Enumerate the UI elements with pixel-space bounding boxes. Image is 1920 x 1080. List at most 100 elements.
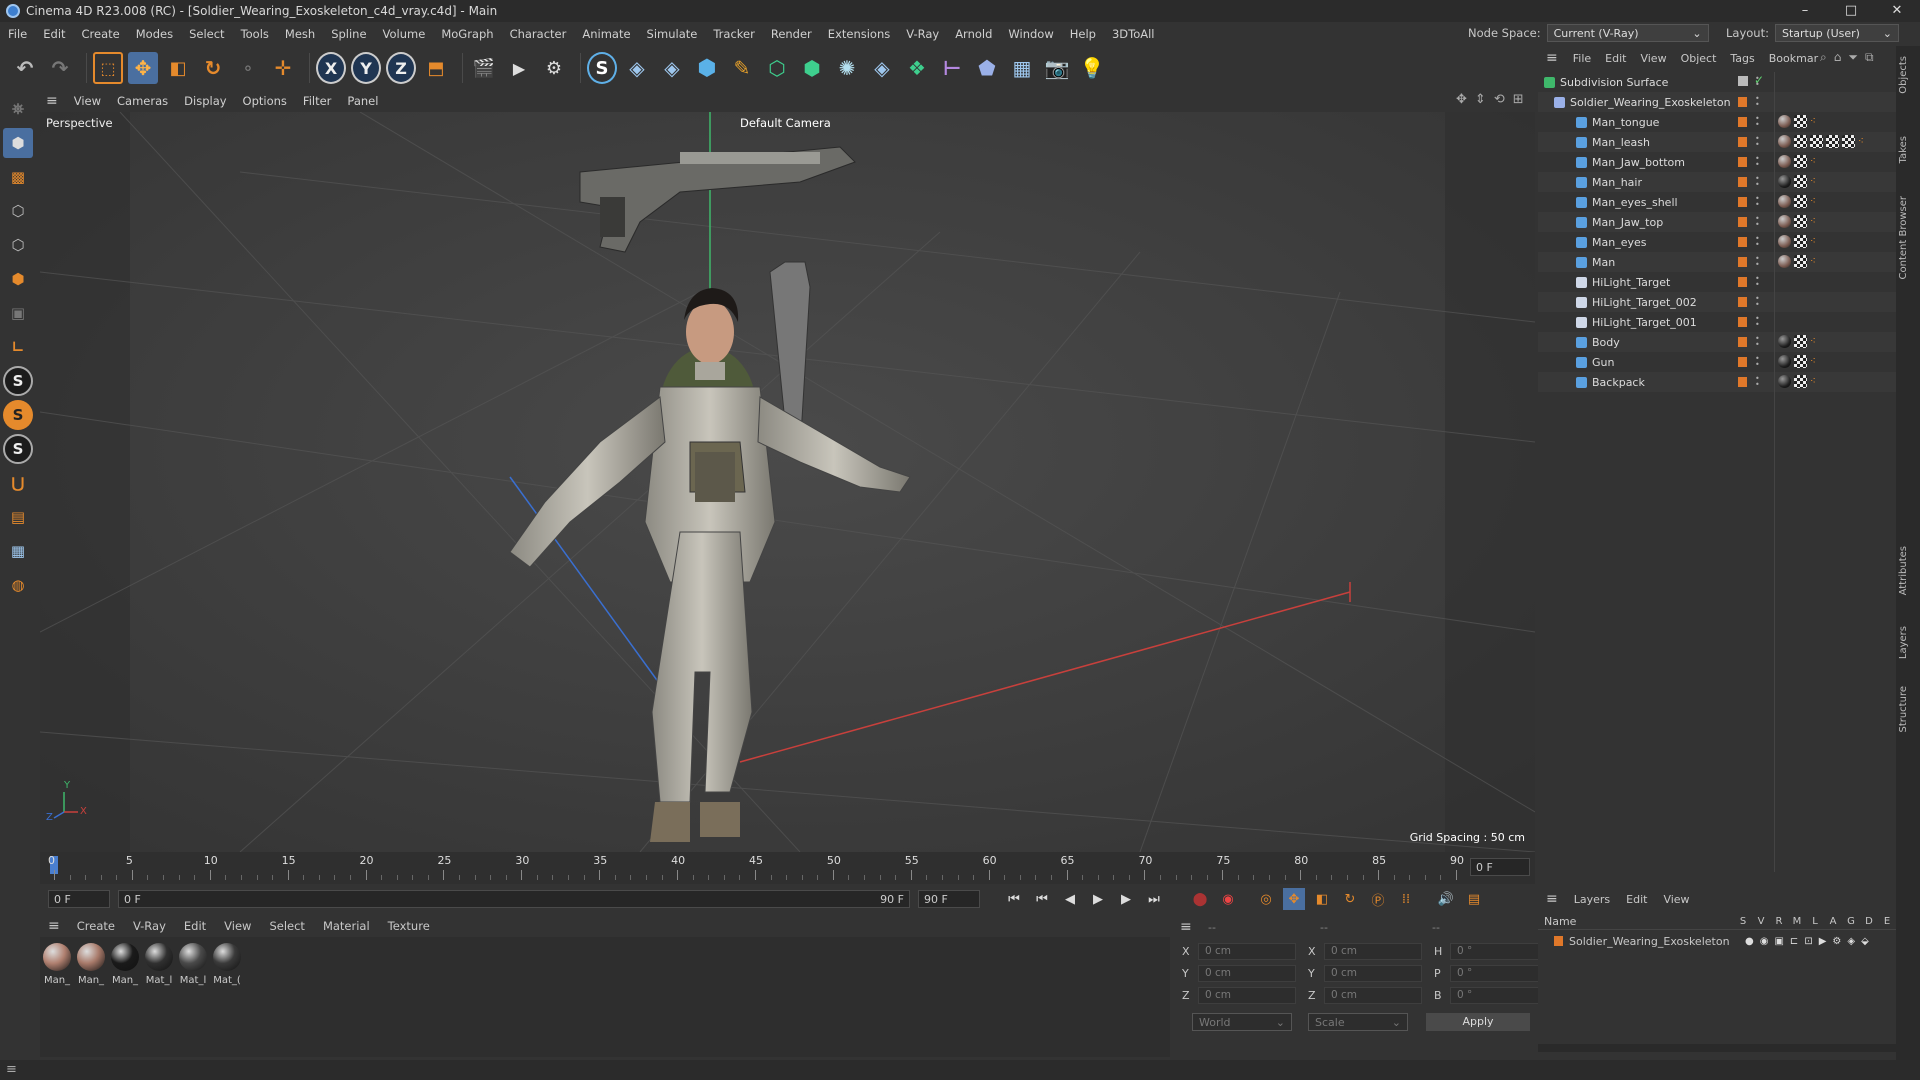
side-tab-structure[interactable]: Structure <box>1898 686 1909 733</box>
visibility-dots-icon[interactable]: • • <box>1755 275 1760 289</box>
render-settings-icon[interactable]: ⚙ <box>539 52 569 84</box>
object-row[interactable]: Man_Jaw_top • • ⁖ <box>1538 212 1896 232</box>
material-ball-tag-icon[interactable] <box>1778 115 1791 128</box>
material-tag-icon[interactable] <box>1810 135 1823 148</box>
coord-value-field[interactable]: 0 cm <box>1198 965 1296 982</box>
object-menu-edit[interactable]: Edit <box>1598 52 1633 65</box>
y-axis-button[interactable]: Y <box>351 52 381 84</box>
object-row[interactable]: Man_eyes • • ⁖ <box>1538 232 1896 252</box>
orbit-icon[interactable]: ⟲ <box>1494 92 1505 107</box>
layer-color-cell[interactable] <box>1738 372 1754 392</box>
animation-icon[interactable]: ▶ <box>1819 936 1827 947</box>
menu-volume[interactable]: Volume <box>375 27 434 41</box>
edges-mode-icon[interactable]: ⬡ <box>3 230 33 260</box>
layer-column-header[interactable]: D <box>1860 916 1878 927</box>
menu-create[interactable]: Create <box>74 27 128 41</box>
start-frame-field[interactable]: 0 F <box>48 890 110 908</box>
layer-column-header[interactable]: E <box>1878 916 1896 927</box>
snap-icon[interactable]: S <box>3 366 33 396</box>
visibility-dots-icon[interactable]: • • <box>1755 75 1760 89</box>
hamburger-icon[interactable]: ≡ <box>1180 919 1192 935</box>
current-frame-field[interactable]: 0 F <box>1470 858 1530 876</box>
floor-icon[interactable]: ▦ <box>1007 52 1037 84</box>
undo-icon[interactable]: ↶ <box>10 52 40 84</box>
coordinate-system-icon[interactable]: ⬒ <box>421 52 451 84</box>
object-menu-bookmar[interactable]: Bookmar <box>1762 52 1825 65</box>
axis-mode-icon[interactable]: ∟ <box>3 332 33 362</box>
visibility-dots-icon[interactable]: • • <box>1755 255 1760 269</box>
solo-icon[interactable]: ● <box>1745 936 1754 947</box>
maximize-view-icon[interactable]: ⊞ <box>1513 92 1524 107</box>
material-ball-tag-icon[interactable] <box>1778 335 1791 348</box>
pen-spline-icon[interactable]: ✎ <box>727 52 757 84</box>
extrude-icon[interactable]: ⬢ <box>797 52 827 84</box>
render-icon[interactable]: ▣ <box>1774 936 1783 947</box>
material-menu-select[interactable]: Select <box>260 919 313 933</box>
material-swatch[interactable]: Man_ <box>42 943 72 986</box>
object-row[interactable]: Man_eyes_shell • • ⁖ <box>1538 192 1896 212</box>
new-window-icon[interactable]: ⧉ <box>1865 50 1874 65</box>
previous-frame-icon[interactable]: ◀ <box>1059 888 1081 910</box>
menu-help[interactable]: Help <box>1062 27 1104 41</box>
layer-color-cell[interactable] <box>1738 212 1754 232</box>
object-row[interactable]: HiLight_Target • • <box>1538 272 1896 292</box>
redo-icon[interactable]: ↷ <box>45 52 75 84</box>
menu-v-ray[interactable]: V-Ray <box>898 27 947 41</box>
selection-tag-icon[interactable]: ⁖ <box>1810 335 1823 348</box>
selection-tag-icon[interactable]: ⁖ <box>1810 115 1823 128</box>
home-icon[interactable]: ⌂ <box>1834 50 1842 65</box>
layer-color-cell[interactable] <box>1738 152 1754 172</box>
coord-mode-dropdown[interactable]: Scale ⌄ <box>1308 1013 1408 1031</box>
visibility-dots-icon[interactable]: • • <box>1755 175 1760 189</box>
layer-column-header[interactable]: V <box>1752 916 1770 927</box>
visibility-dots-icon[interactable]: • • <box>1755 315 1760 329</box>
menu-simulate[interactable]: Simulate <box>639 27 706 41</box>
layer-row[interactable]: Soldier_Wearing_Exoskeleton ● ◉ ▣ ⊏ ⊡ ▶ … <box>1538 932 1896 950</box>
key-pla-icon[interactable]: ⁞⁞ <box>1395 888 1417 910</box>
material-ball-tag-icon[interactable] <box>1778 135 1791 148</box>
record-icon[interactable]: ⬤ <box>1189 888 1211 910</box>
restore-button[interactable]: □ <box>1828 0 1874 22</box>
timeline-ruler[interactable]: 0 5 10 15 20 25 30 35 40 45 50 55 60 65 70 75 80 85 90 0 F <box>40 852 1535 884</box>
deformer-icon[interactable]: ⊢ <box>937 52 967 84</box>
selection-tag-icon[interactable]: ⁖ <box>1810 355 1823 368</box>
layers-menu-edit[interactable]: Edit <box>1618 893 1655 906</box>
coord-value-field[interactable]: 0 cm <box>1198 943 1296 960</box>
material-ball-tag-icon[interactable] <box>1778 175 1791 188</box>
python-icon[interactable]: ◈ <box>622 52 652 84</box>
material-ball-tag-icon[interactable] <box>1778 255 1791 268</box>
selection-tag-icon[interactable]: ⁖ <box>1810 235 1823 248</box>
visibility-dots-icon[interactable]: • • <box>1755 335 1760 349</box>
material-swatch[interactable]: Mat_l <box>178 943 208 986</box>
material-tag-icon[interactable] <box>1794 335 1807 348</box>
layer-color-swatch[interactable] <box>1554 936 1563 946</box>
visibility-dots-icon[interactable]: • • <box>1755 215 1760 229</box>
object-row[interactable]: Gun • • ⁖ <box>1538 352 1896 372</box>
coord-value-field[interactable]: 0 cm <box>1324 943 1422 960</box>
layers-menu-view[interactable]: View <box>1655 893 1697 906</box>
keyframe-selection-icon[interactable]: ◎ <box>1255 888 1277 910</box>
object-menu-view[interactable]: View <box>1633 52 1673 65</box>
lasso-icon[interactable]: ⚬ <box>233 52 263 84</box>
viewport-menu-filter[interactable]: Filter <box>295 94 339 108</box>
coord-value-field[interactable]: 0 cm <box>1324 965 1422 982</box>
material-ball-tag-icon[interactable] <box>1778 375 1791 388</box>
layer-column-header[interactable]: L <box>1806 916 1824 927</box>
menu-arnold[interactable]: Arnold <box>947 27 1000 41</box>
layer-column-header[interactable]: A <box>1824 916 1842 927</box>
object-row[interactable]: Backpack • • ⁖ <box>1538 372 1896 392</box>
render-view-icon[interactable]: 🎬 <box>469 52 499 84</box>
menu-mesh[interactable]: Mesh <box>277 27 323 41</box>
rotate-tool-icon[interactable]: ↻ <box>198 52 228 84</box>
snap-settings-icon[interactable]: S <box>3 400 33 430</box>
coord-system-dropdown[interactable]: World ⌄ <box>1192 1013 1292 1031</box>
selection-tag-icon[interactable]: ⁖ <box>1858 135 1871 148</box>
coord-value-field[interactable]: 0 cm <box>1324 987 1422 1004</box>
hamburger-icon[interactable]: ≡ <box>40 918 68 934</box>
close-button[interactable]: ✕ <box>1874 0 1920 22</box>
layer-color-cell[interactable] <box>1738 312 1754 332</box>
menu-select[interactable]: Select <box>181 27 232 41</box>
material-swatch[interactable]: Man_ <box>110 943 140 986</box>
camera-icon[interactable]: 📷 <box>1042 52 1072 84</box>
layer-color-cell[interactable] <box>1738 192 1754 212</box>
